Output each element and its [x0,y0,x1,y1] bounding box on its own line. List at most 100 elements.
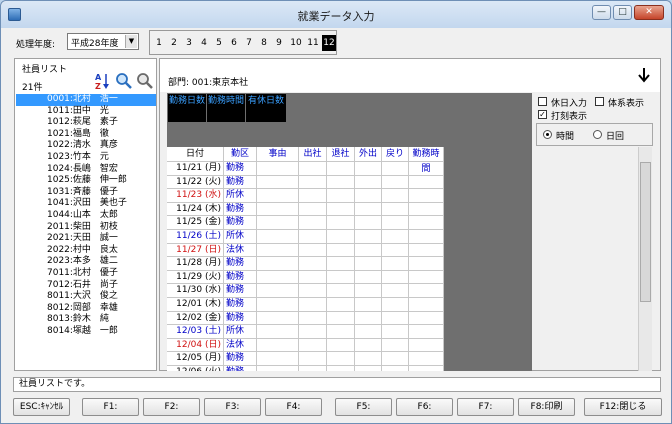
table-row[interactable]: 11/23 (水) 所休 [167,189,444,203]
grid-cell[interactable] [355,189,382,203]
time-radio[interactable] [543,130,552,139]
date-cell[interactable]: 12/03 (土) [167,325,224,339]
work-type-cell[interactable]: 勤務 [224,175,257,190]
grid-cell[interactable] [257,366,299,371]
grid-cell[interactable] [327,216,355,230]
grid-scrollbar[interactable] [638,147,652,371]
grid-cell[interactable] [327,257,355,271]
grid-cell[interactable] [382,338,409,353]
grid-cell[interactable] [299,270,327,285]
table-row[interactable]: 12/02 (金) 勤務 [167,311,444,326]
grid-cell[interactable] [257,162,299,176]
grid-cell[interactable] [327,202,355,217]
employee-list-item[interactable]: 1011:田中 光 [16,106,156,118]
grid-cell[interactable] [355,216,382,230]
grid-cell[interactable] [257,175,299,190]
table-row[interactable]: 11/22 (火) 勤務 [167,175,444,190]
grid-cell[interactable] [327,298,355,312]
grid-cell[interactable] [257,338,299,353]
grid-cell[interactable] [299,352,327,366]
grid-cell[interactable] [382,298,409,312]
grid-cell[interactable] [382,284,409,298]
day-radio[interactable] [593,130,602,139]
grid-cell[interactable] [327,366,355,371]
grid-cell[interactable] [409,270,444,285]
month-button-4[interactable]: 4 [199,35,209,51]
employee-list-item[interactable]: 1012:萩尾 素子 [16,117,156,129]
work-type-cell[interactable]: 勤務 [224,284,257,298]
grid-cell[interactable] [382,366,409,371]
grid-cell[interactable] [299,325,327,339]
work-type-cell[interactable]: 所休 [224,325,257,339]
grid-cell[interactable] [257,284,299,298]
table-row[interactable]: 12/06 (火)勤務 [167,366,444,371]
table-row[interactable]: 11/30 (水) 勤務 [167,284,444,298]
grid-cell[interactable] [299,216,327,230]
grid-cell[interactable] [299,202,327,217]
table-row[interactable]: 12/05 (月) 勤務 [167,352,444,366]
grid-cell[interactable] [355,162,382,176]
table-row[interactable]: 12/03 (土) 所休 [167,325,444,339]
grid-cell[interactable] [382,243,409,258]
table-row[interactable]: 12/04 (日) 法休 [167,338,444,353]
grid-cell[interactable] [382,162,409,176]
grid-cell[interactable] [327,325,355,339]
grid-cell[interactable] [327,162,355,176]
grid-cell[interactable] [327,175,355,190]
grid-cell[interactable] [382,311,409,326]
grid-cell[interactable] [382,257,409,271]
employee-list-item[interactable]: 8011:大沢 俊之 [16,291,156,303]
work-type-cell[interactable]: 勤務 [224,202,257,217]
month-button-2[interactable]: 2 [169,35,179,51]
arrow-down-icon[interactable] [638,67,650,83]
grid-cell[interactable] [299,175,327,190]
work-type-cell[interactable]: 勤務 [224,366,257,371]
grid-cell[interactable] [299,257,327,271]
grid-cell[interactable] [382,175,409,190]
minimize-button[interactable]: — [592,5,611,20]
grid-cell[interactable] [409,352,444,366]
table-row[interactable]: 11/29 (火) 勤務 [167,270,444,285]
month-button-8[interactable]: 8 [259,35,269,51]
grid-cell[interactable] [382,270,409,285]
grid-cell[interactable] [327,338,355,353]
grid-cell[interactable] [355,202,382,217]
grid-cell[interactable] [409,243,444,258]
employee-list-item[interactable]: 8012:岡部 幸雄 [16,303,156,315]
grid-cell[interactable] [299,243,327,258]
grid-cell[interactable] [257,298,299,312]
grid-cell[interactable] [355,175,382,190]
work-type-cell[interactable]: 勤務 [224,216,257,230]
grid-cell[interactable] [382,202,409,217]
grid-cell[interactable] [327,243,355,258]
table-row[interactable]: 11/21 (月) 勤務 [167,162,444,176]
date-cell[interactable]: 11/28 (月) [167,257,224,271]
month-button-7[interactable]: 7 [244,35,254,51]
maximize-button[interactable]: □ [613,5,632,20]
system-display-checkbox[interactable] [595,97,604,106]
grid-cell[interactable] [299,162,327,176]
grid-cell[interactable] [409,325,444,339]
function-key-esc[interactable]: ESC:ｷｬﾝｾﾙ [13,398,70,416]
date-cell[interactable]: 11/22 (火) [167,175,224,190]
function-key-f7[interactable]: F7: [457,398,514,416]
grid-cell[interactable] [409,257,444,271]
grid-cell[interactable] [409,284,444,298]
employee-list-item[interactable]: 2022:村中 良太 [16,245,156,257]
month-button-3[interactable]: 3 [184,35,194,51]
grid-cell[interactable] [409,338,444,353]
grid-cell[interactable] [355,366,382,371]
work-type-cell[interactable]: 法休 [224,243,257,258]
date-cell[interactable]: 11/21 (月) [167,162,224,176]
grid-cell[interactable] [299,189,327,203]
work-type-cell[interactable]: 勤務 [224,311,257,326]
fiscal-year-select[interactable]: 平成28年度 ▼ [67,33,139,50]
employee-list-item[interactable]: 8014:塚越 一郎 [16,326,156,338]
month-button-5[interactable]: 5 [214,35,224,51]
function-key-f4[interactable]: F4: [265,398,322,416]
employee-list-item[interactable]: 8013:鈴木 純 [16,314,156,326]
date-cell[interactable]: 11/27 (日) [167,243,224,258]
grid-cell[interactable] [327,230,355,244]
grid-cell[interactable] [355,325,382,339]
date-cell[interactable]: 11/29 (火) [167,270,224,285]
